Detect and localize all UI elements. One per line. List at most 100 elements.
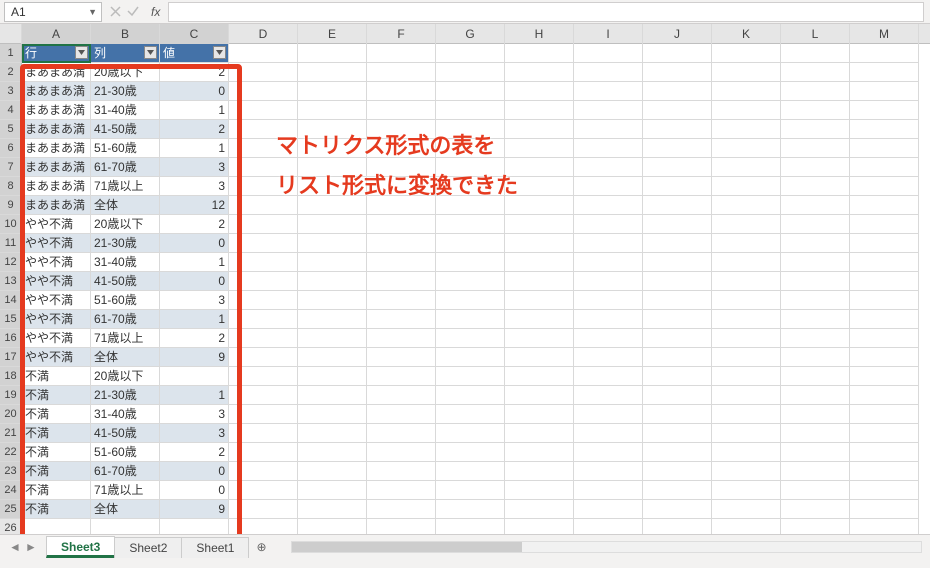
cell[interactable] xyxy=(367,310,436,329)
table-row-col1[interactable]: まあまあ満 xyxy=(22,158,91,177)
cell[interactable] xyxy=(574,272,643,291)
cell-grid[interactable]: 1行列値2まあまあ満20歳以下23まあまあ満21-30歳04まあまあ満31-40… xyxy=(0,44,930,534)
row-header-4[interactable]: 4 xyxy=(0,101,22,120)
cell[interactable] xyxy=(850,196,919,215)
cell[interactable] xyxy=(367,139,436,158)
cell[interactable] xyxy=(229,329,298,348)
cell[interactable] xyxy=(298,424,367,443)
cell[interactable] xyxy=(229,462,298,481)
table-row-col1[interactable]: 不満 xyxy=(22,481,91,500)
cell[interactable] xyxy=(712,386,781,405)
cell[interactable] xyxy=(367,177,436,196)
cell[interactable]: 値 xyxy=(160,44,229,63)
row-header-19[interactable]: 19 xyxy=(0,386,22,405)
cell[interactable] xyxy=(298,443,367,462)
cell[interactable] xyxy=(505,158,574,177)
cell[interactable] xyxy=(643,386,712,405)
column-header-I[interactable]: I xyxy=(574,24,643,44)
cell[interactable] xyxy=(229,443,298,462)
cell[interactable] xyxy=(436,139,505,158)
cell[interactable] xyxy=(850,481,919,500)
cell[interactable] xyxy=(298,101,367,120)
cell[interactable] xyxy=(574,443,643,462)
table-row-col1[interactable]: まあまあ満 xyxy=(22,82,91,101)
row-header-6[interactable]: 6 xyxy=(0,139,22,158)
cell[interactable] xyxy=(436,234,505,253)
cell[interactable] xyxy=(436,196,505,215)
cell[interactable] xyxy=(781,44,850,63)
tab-prev-icon[interactable]: ◄ xyxy=(8,540,22,554)
cell[interactable] xyxy=(367,272,436,291)
cell[interactable] xyxy=(643,291,712,310)
cell[interactable] xyxy=(367,405,436,424)
cell[interactable] xyxy=(298,310,367,329)
cell[interactable] xyxy=(574,139,643,158)
cell[interactable] xyxy=(574,329,643,348)
cell[interactable] xyxy=(229,63,298,82)
cell[interactable] xyxy=(643,519,712,534)
cell[interactable] xyxy=(643,462,712,481)
table-row-col2[interactable]: 41-50歳 xyxy=(91,272,160,291)
cell[interactable] xyxy=(643,481,712,500)
cell[interactable] xyxy=(712,120,781,139)
cell[interactable] xyxy=(850,120,919,139)
cell[interactable] xyxy=(436,272,505,291)
cell[interactable] xyxy=(850,367,919,386)
cell[interactable] xyxy=(781,405,850,424)
table-row-col1[interactable]: まあまあ満 xyxy=(22,63,91,82)
cell[interactable] xyxy=(367,519,436,534)
cell[interactable] xyxy=(367,63,436,82)
row-header-18[interactable]: 18 xyxy=(0,367,22,386)
cell[interactable] xyxy=(229,44,298,63)
cell[interactable] xyxy=(505,443,574,462)
cell[interactable] xyxy=(712,443,781,462)
cell[interactable] xyxy=(367,253,436,272)
cell[interactable] xyxy=(436,481,505,500)
cell[interactable] xyxy=(781,63,850,82)
column-header-A[interactable]: A xyxy=(22,24,91,44)
table-row-col1[interactable]: やや不満 xyxy=(22,348,91,367)
cell[interactable] xyxy=(367,424,436,443)
cell[interactable] xyxy=(781,291,850,310)
cell[interactable] xyxy=(574,215,643,234)
table-row-col1[interactable]: 不満 xyxy=(22,405,91,424)
cell[interactable] xyxy=(643,405,712,424)
cell[interactable] xyxy=(850,253,919,272)
cell[interactable] xyxy=(574,405,643,424)
column-header-J[interactable]: J xyxy=(643,24,712,44)
cell[interactable] xyxy=(367,101,436,120)
cell[interactable] xyxy=(229,386,298,405)
cell[interactable] xyxy=(505,101,574,120)
cell[interactable] xyxy=(574,196,643,215)
cell[interactable] xyxy=(574,234,643,253)
cell[interactable] xyxy=(850,158,919,177)
cell[interactable] xyxy=(160,519,229,534)
horizontal-scrollbar-thumb[interactable] xyxy=(292,542,522,552)
cell[interactable] xyxy=(436,519,505,534)
cell[interactable] xyxy=(712,272,781,291)
cell[interactable] xyxy=(643,272,712,291)
table-row-col2[interactable]: 71歳以上 xyxy=(91,481,160,500)
cell[interactable] xyxy=(850,348,919,367)
cell[interactable] xyxy=(436,63,505,82)
cell[interactable] xyxy=(367,481,436,500)
cell[interactable] xyxy=(850,63,919,82)
table-row-col1[interactable]: 不満 xyxy=(22,424,91,443)
cell[interactable] xyxy=(712,424,781,443)
row-header-10[interactable]: 10 xyxy=(0,215,22,234)
table-row-col2[interactable]: 61-70歳 xyxy=(91,462,160,481)
cell[interactable] xyxy=(643,310,712,329)
cell[interactable] xyxy=(850,139,919,158)
cell[interactable] xyxy=(574,63,643,82)
cell[interactable] xyxy=(781,500,850,519)
cell[interactable] xyxy=(643,443,712,462)
cell[interactable] xyxy=(298,120,367,139)
cell[interactable] xyxy=(367,462,436,481)
cell[interactable] xyxy=(781,519,850,534)
cell[interactable] xyxy=(505,424,574,443)
cell[interactable] xyxy=(643,120,712,139)
table-row-col2[interactable]: 20歳以下 xyxy=(91,215,160,234)
cell[interactable] xyxy=(850,215,919,234)
cell[interactable] xyxy=(850,82,919,101)
cell[interactable] xyxy=(643,253,712,272)
